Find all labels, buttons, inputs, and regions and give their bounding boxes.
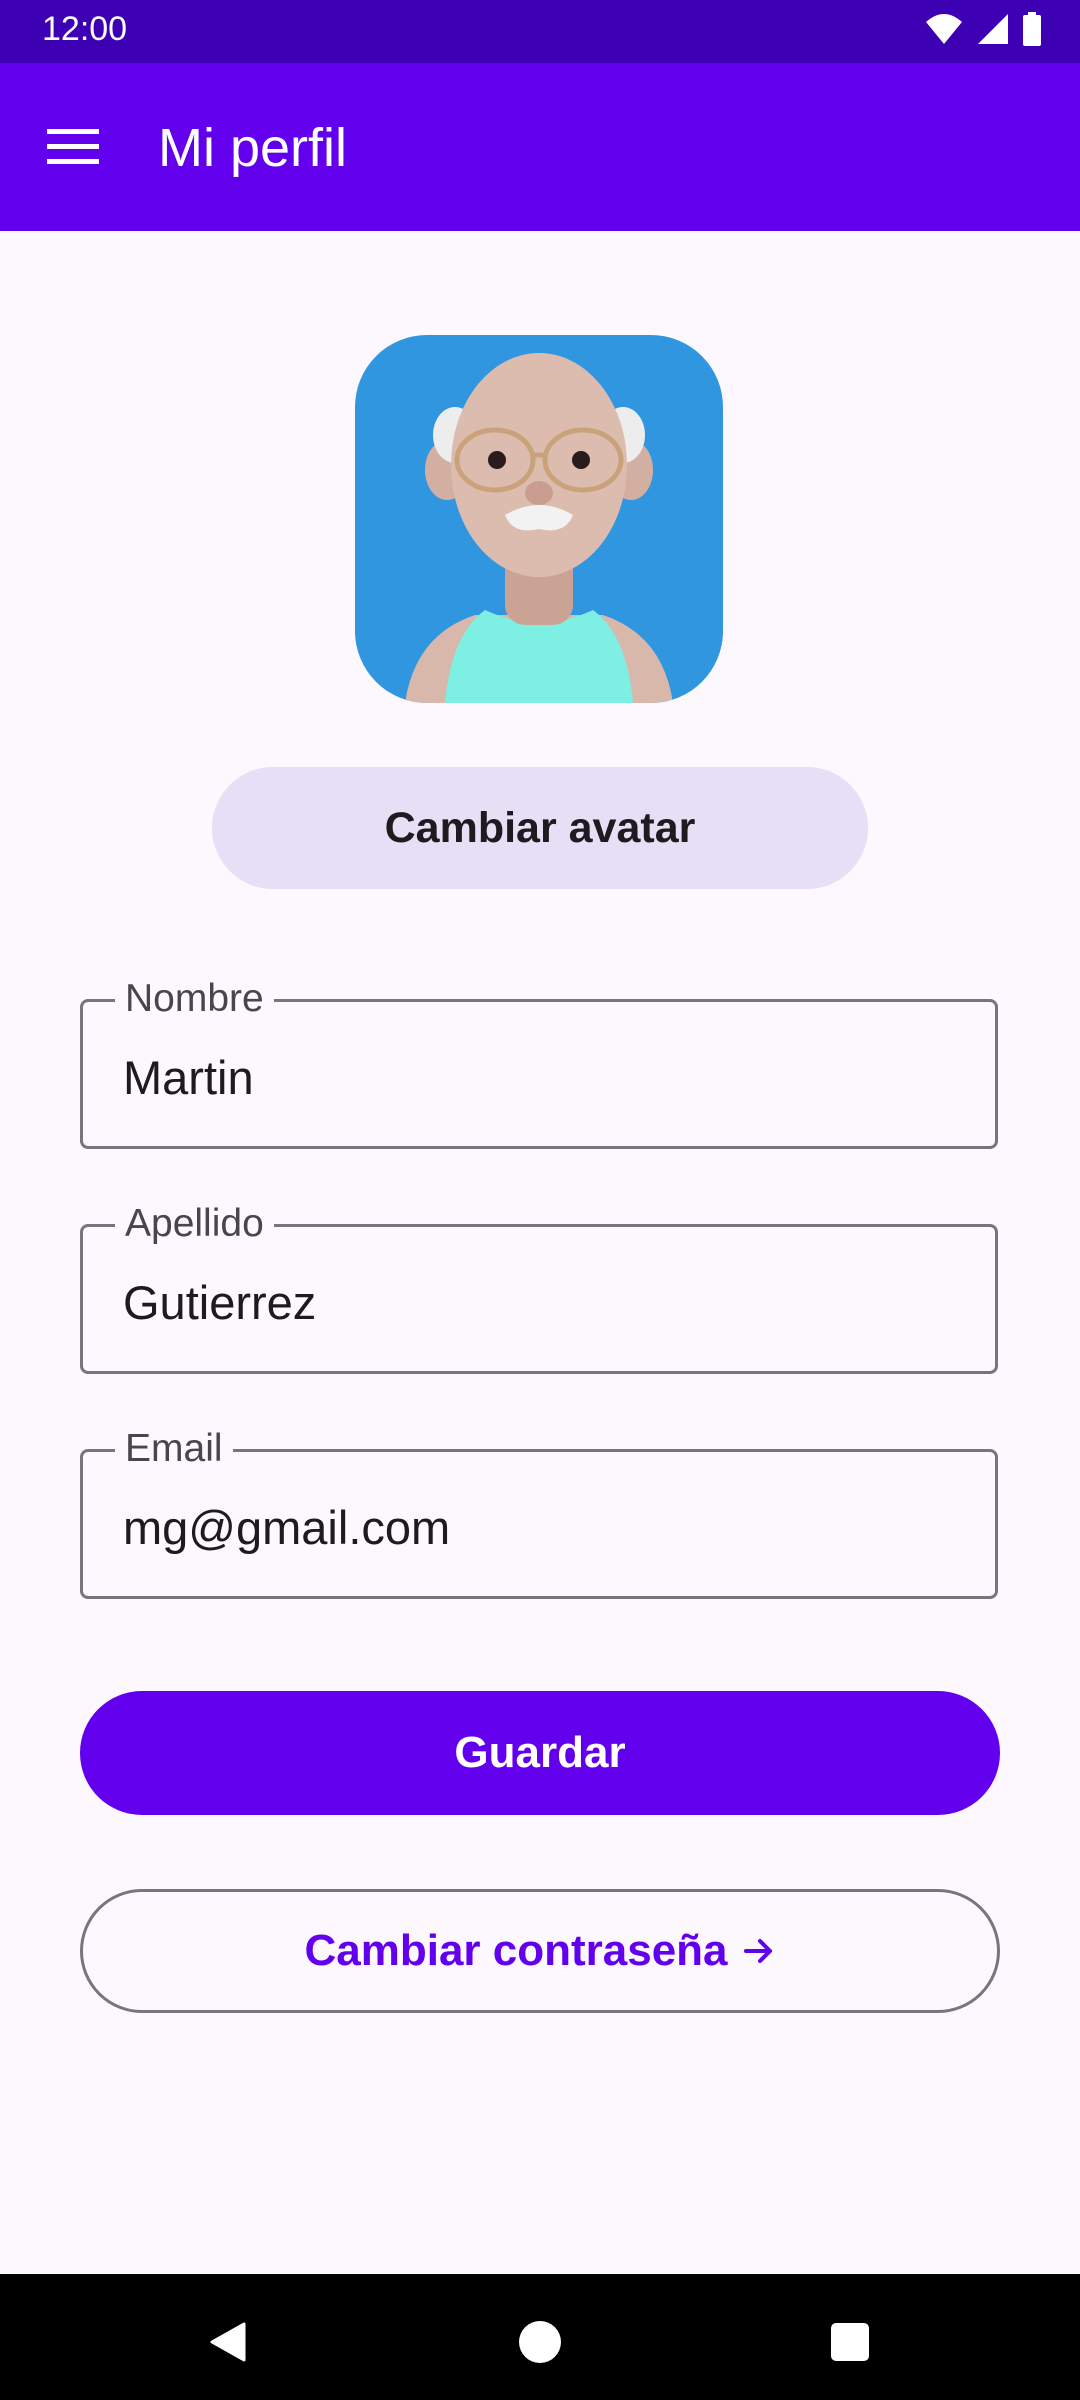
first-name-value[interactable]: Martin	[123, 1050, 254, 1105]
page-title: Mi perfil	[158, 118, 348, 178]
back-icon	[210, 2322, 246, 2362]
signal-icon	[978, 14, 1008, 44]
menu-button[interactable]	[32, 115, 114, 179]
email-field[interactable]: Email mg@gmail.com	[80, 1426, 998, 1599]
change-password-label: Cambiar contraseña	[304, 1926, 728, 1975]
nav-recents[interactable]	[820, 2312, 880, 2372]
recents-icon	[831, 2323, 869, 2361]
last-name-label: Apellido	[115, 1201, 274, 1247]
battery-icon	[1023, 12, 1041, 46]
first-name-label: Nombre	[115, 976, 274, 1022]
change-password-button[interactable]: Cambiar contraseña	[80, 1889, 1000, 2013]
arrow-right-icon	[743, 1939, 772, 1963]
change-avatar-label: Cambiar avatar	[384, 803, 696, 852]
change-avatar-button[interactable]: Cambiar avatar	[212, 767, 868, 889]
status-time: 12:00	[42, 10, 128, 48]
last-name-field[interactable]: Apellido Gutierrez	[80, 1201, 998, 1374]
nav-home[interactable]	[510, 2312, 570, 2372]
last-name-value[interactable]: Gutierrez	[123, 1275, 316, 1330]
top-app-bar: Mi perfil	[0, 63, 1080, 231]
avatar-illustration	[405, 353, 673, 703]
email-value[interactable]: mg@gmail.com	[123, 1500, 450, 1555]
email-label: Email	[115, 1426, 233, 1472]
status-bar: 12:00	[0, 0, 1080, 63]
save-label: Guardar	[454, 1728, 626, 1777]
nav-back[interactable]	[198, 2312, 258, 2372]
wifi-icon	[926, 14, 962, 44]
first-name-field[interactable]: Nombre Martin	[80, 976, 998, 1149]
menu-icon	[47, 129, 99, 164]
status-icons	[924, 12, 1042, 46]
system-nav-bar	[0, 2274, 1080, 2400]
avatar[interactable]	[355, 335, 723, 703]
home-icon	[519, 2321, 561, 2363]
save-button[interactable]: Guardar	[80, 1691, 1000, 1815]
